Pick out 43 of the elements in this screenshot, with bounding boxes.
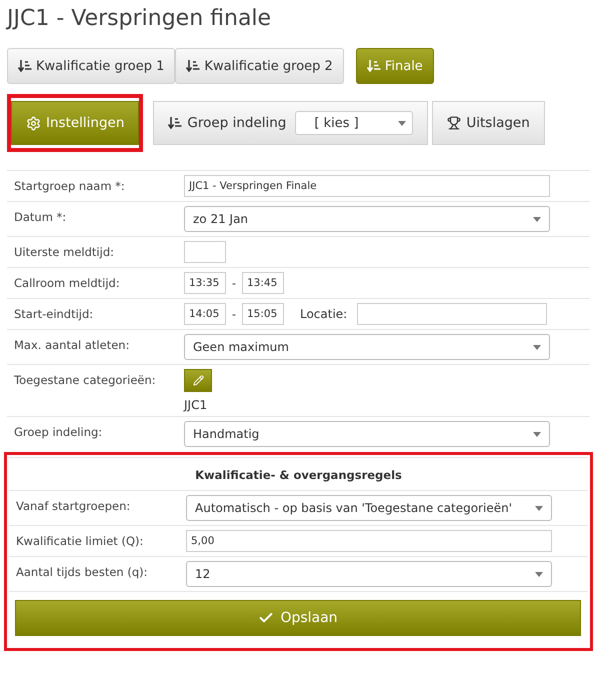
- tab[interactable]: Groep indeling [ kies ]: [153, 101, 428, 145]
- sort-icon: [186, 59, 200, 73]
- settings-icon: [26, 116, 41, 130]
- field-label: Start-eindtijd:: [13, 306, 94, 321]
- time-field[interactable]: [184, 241, 226, 263]
- field-label: Uiterste meldtijd:: [13, 244, 116, 259]
- sort-icon: [168, 116, 182, 130]
- group-select[interactable]: [ kies ]: [295, 111, 414, 135]
- group-button[interactable]: Kwalificatie groep 1: [7, 48, 176, 84]
- sort-icon: [18, 59, 32, 73]
- select-field[interactable]: 12: [186, 561, 552, 587]
- edit-button[interactable]: [184, 369, 212, 392]
- time-field[interactable]: 14:05: [184, 303, 226, 325]
- time-field[interactable]: 15:05: [242, 303, 284, 325]
- time-field[interactable]: 13:45: [242, 272, 284, 294]
- pencil-icon: [192, 375, 204, 386]
- select-field[interactable]: Handmatig: [184, 421, 550, 447]
- field-label: Max. aantal atleten:: [13, 337, 130, 352]
- text-field[interactable]: 5,00: [186, 530, 552, 552]
- sort-icon: [366, 59, 381, 73]
- range-separator: -: [232, 308, 236, 320]
- tab[interactable]: Uitslagen: [432, 101, 545, 145]
- time-field[interactable]: 13:35: [184, 272, 226, 294]
- group-button[interactable]: Kwalificatie groep 2: [175, 48, 344, 84]
- select-field[interactable]: zo 21 Jan: [184, 206, 550, 232]
- location-field[interactable]: [357, 303, 548, 325]
- text-field[interactable]: JJC1 - Verspringen Finale: [184, 175, 550, 197]
- field-label: Toegestane categorieën:: [13, 372, 157, 387]
- select-field[interactable]: Geen maximum: [184, 334, 550, 360]
- field-label: Startgroep naam *:: [13, 178, 126, 193]
- section-title: Kwalificatie- & overgangsregels: [9, 457, 588, 490]
- range-separator: -: [232, 276, 236, 290]
- field-label: Datum *:: [13, 209, 68, 224]
- field-label: Aantal tijds besten (q):: [15, 564, 148, 579]
- page-title: JJC1 - Verspringen finale: [7, 6, 272, 33]
- category-label: JJC1: [184, 398, 208, 412]
- trophy-icon: [447, 116, 462, 130]
- select-field[interactable]: Automatisch - op basis van 'Toegestane categorieën': [186, 495, 552, 521]
- field-label: Kwalificatie limiet (Q):: [15, 533, 144, 548]
- field-label: Callroom meldtijd:: [13, 275, 121, 290]
- field-label: Locatie:: [300, 307, 348, 321]
- field-label: Vanaf startgroepen:: [15, 498, 132, 513]
- field-label: Groep indeling:: [13, 424, 104, 439]
